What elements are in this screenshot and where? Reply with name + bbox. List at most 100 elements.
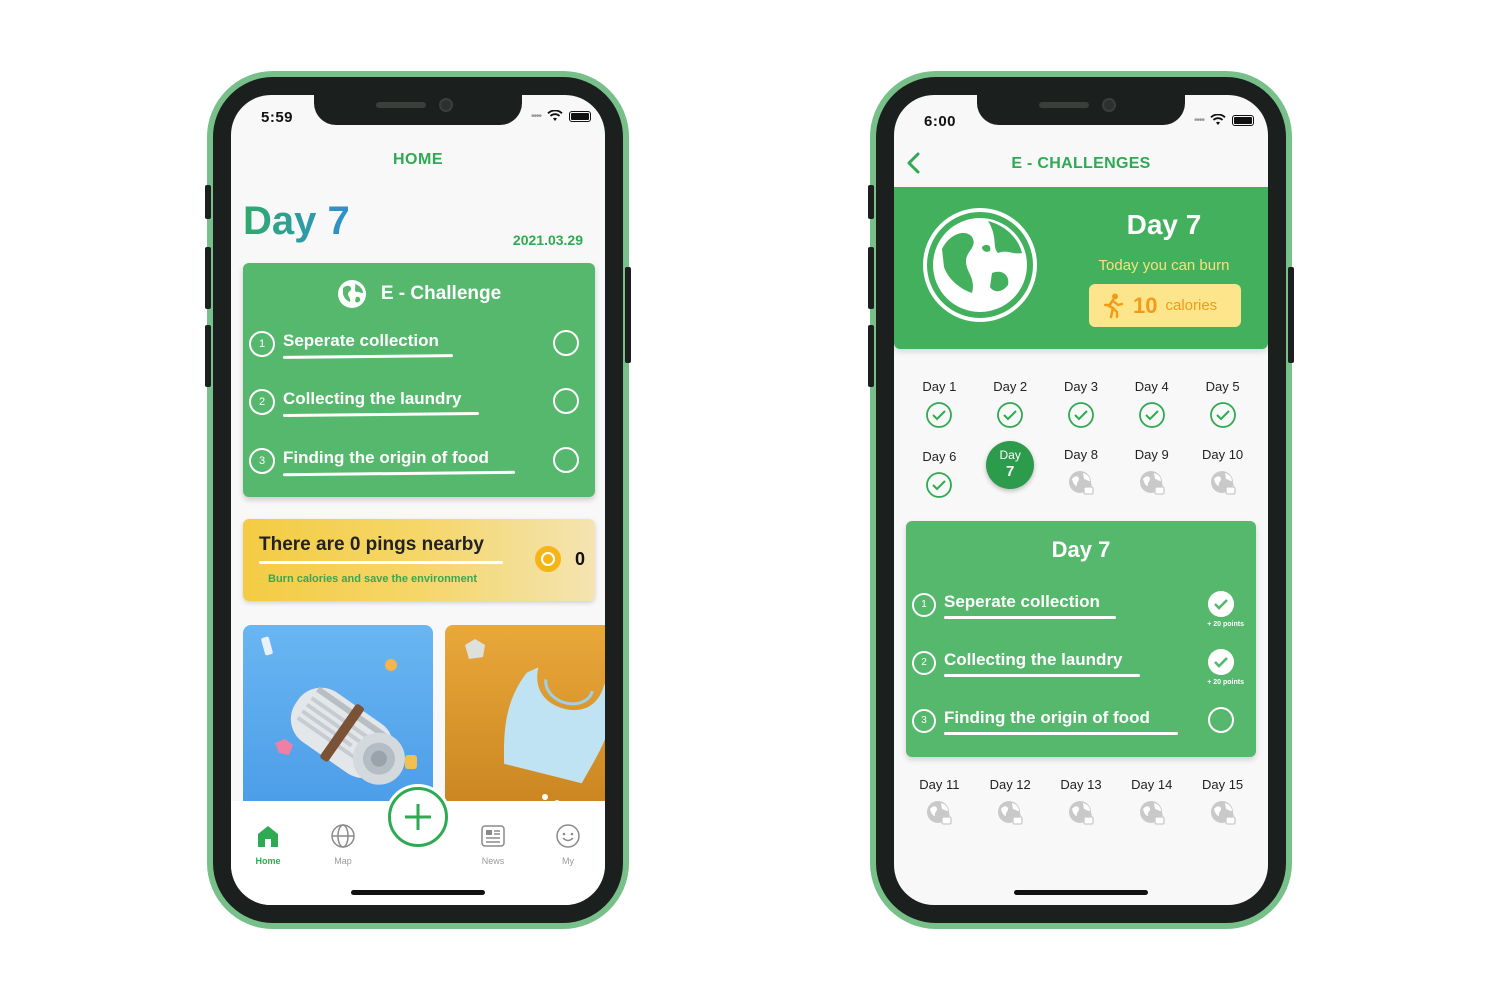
task-points: + 20 points: [1207, 679, 1244, 686]
home-screen: 5:59 •••• HOME Day 7 2021.03.29 E - Chal…: [231, 95, 605, 905]
check-circle-icon: [997, 402, 1024, 428]
day-label: Day 11: [919, 777, 960, 792]
task-underline: [282, 470, 516, 477]
day-cell-locked[interactable]: Day 11: [909, 777, 969, 832]
newspaper-tile[interactable]: [243, 625, 433, 815]
task-item[interactable]: 1 Seperate collection: [249, 327, 579, 361]
pings-card[interactable]: There are 0 pings nearby Burn calories a…: [243, 519, 595, 601]
page-title: HOME: [393, 151, 443, 168]
locked-globe-icon: [1139, 801, 1165, 825]
day-label: Day 10: [1201, 447, 1244, 462]
day-cell[interactable]: Day 6: [909, 447, 969, 504]
wifi-icon: [547, 110, 563, 121]
status-time: 5:59: [261, 109, 294, 126]
power-button: [1288, 267, 1294, 363]
task-checkbox[interactable]: [553, 330, 579, 356]
smile-icon: [556, 824, 580, 848]
day-cell-locked[interactable]: Day 8: [1051, 447, 1111, 504]
day-cell[interactable]: Day 1: [909, 379, 969, 434]
task-points: + 20 points: [1207, 621, 1244, 628]
locked-globe-icon: [998, 801, 1023, 825]
check-done-icon[interactable]: [1208, 649, 1234, 675]
task-label: Seperate collection: [944, 592, 1100, 611]
task-underline: [944, 616, 1116, 619]
task-underline: [282, 354, 454, 359]
day-label: Day 5: [1205, 379, 1240, 394]
task-checkbox[interactable]: [553, 447, 579, 473]
task-label: Collecting the laundry: [283, 389, 462, 408]
tab-map-label: Map: [334, 856, 352, 866]
day-cell[interactable]: Day 4: [1122, 379, 1182, 434]
tab-news[interactable]: News: [468, 823, 518, 866]
task-label: Seperate collection: [283, 331, 439, 350]
home-indicator: [351, 890, 485, 895]
task-item[interactable]: 3 Finding the origin of food: [912, 705, 1244, 745]
tab-my[interactable]: My: [543, 823, 593, 866]
volume-up-button: [205, 247, 211, 309]
days-row: Day 6 Day 7 Day 8 Day 9 Day 10: [894, 441, 1268, 504]
day-label: Day 15: [1201, 777, 1244, 792]
pings-subtitle: Burn calories and save the environment: [268, 573, 478, 585]
check-done-icon[interactable]: [1208, 591, 1234, 617]
task-item[interactable]: 1 Seperate collection + 20 points: [912, 589, 1244, 629]
add-button[interactable]: [388, 787, 448, 847]
day-label: Day 3: [1064, 379, 1098, 394]
plastic-bag-tile[interactable]: [445, 625, 605, 815]
day-cell-locked[interactable]: Day 12: [980, 777, 1040, 832]
task-number: 3: [249, 448, 275, 474]
task-checkbox[interactable]: [553, 388, 579, 414]
task-checkbox[interactable]: [1208, 707, 1234, 733]
day-label: Day 6: [922, 449, 957, 464]
target-icon: [535, 546, 561, 572]
calories-pill: 10 calories: [1089, 284, 1241, 327]
check-circle-icon: [926, 472, 953, 498]
phone-challenges: 6:00 •••• E - CHALLENGES Day 7 Today you…: [868, 71, 1294, 929]
day-cell-locked[interactable]: Day 13: [1051, 777, 1111, 832]
tab-map[interactable]: Map: [318, 823, 368, 866]
status-icons: ••••: [531, 110, 591, 122]
locked-globe-icon: [927, 801, 953, 825]
tab-my-label: My: [562, 856, 574, 866]
day-cell[interactable]: Day 5: [1193, 379, 1253, 434]
home-icon: [258, 826, 278, 847]
task-number: 2: [249, 389, 275, 415]
current-day-badge: Day 7: [986, 441, 1035, 489]
task-number: 2: [912, 651, 936, 675]
day-label: Day 9: [1134, 447, 1169, 462]
check-circle-icon: [1209, 402, 1236, 428]
day-cell-locked[interactable]: Day 10: [1193, 447, 1253, 504]
tab-news-label: News: [481, 856, 505, 866]
day-cell[interactable]: Day 3: [1051, 379, 1111, 434]
tab-bar: Home Map News My: [231, 787, 605, 905]
e-challenge-card[interactable]: E - Challenge 1 Seperate collection 2 Co…: [243, 263, 595, 497]
day-cell-locked[interactable]: Day 14: [1122, 777, 1182, 832]
signal-icon: ••••: [530, 110, 542, 122]
day-label: Day 13: [1060, 777, 1102, 792]
day-cell-locked[interactable]: Day 15: [1193, 777, 1253, 832]
task-item[interactable]: 2 Collecting the laundry: [249, 385, 579, 419]
task-item[interactable]: 3 Finding the origin of food: [249, 444, 579, 478]
days-row: Day 11 Day 12 Day 13 Day 14 Day 15: [894, 777, 1268, 832]
calories-unit: calories: [1165, 297, 1218, 314]
task-number: 1: [249, 331, 275, 357]
showcase-stage: 5:59 •••• HOME Day 7 2021.03.29 E - Chal…: [0, 0, 1500, 1000]
day-cell-current[interactable]: Day 7: [980, 441, 1040, 504]
power-button: [625, 267, 631, 363]
check-circle-icon: [926, 402, 953, 428]
current-day-number: 7: [1006, 463, 1015, 480]
e-challenge-title: E - Challenge: [243, 279, 595, 309]
task-item[interactable]: 2 Collecting the laundry + 20 points: [912, 647, 1244, 687]
hero-subtitle: Today you can burn: [1098, 257, 1230, 274]
day-heading: Day 7: [243, 199, 350, 243]
locked-globe-icon: [1139, 471, 1165, 495]
day-cell[interactable]: Day 2: [980, 379, 1040, 434]
volume-up-button: [868, 247, 874, 309]
day-cell-locked[interactable]: Day 9: [1122, 447, 1182, 504]
mute-switch: [868, 185, 874, 219]
pings-count: 0: [574, 549, 585, 569]
home-indicator: [1014, 890, 1148, 895]
tab-home[interactable]: Home: [243, 823, 293, 866]
running-person-icon: [1103, 293, 1124, 318]
hero-day-label: Day 7: [1126, 209, 1202, 240]
task-underline: [944, 732, 1178, 735]
